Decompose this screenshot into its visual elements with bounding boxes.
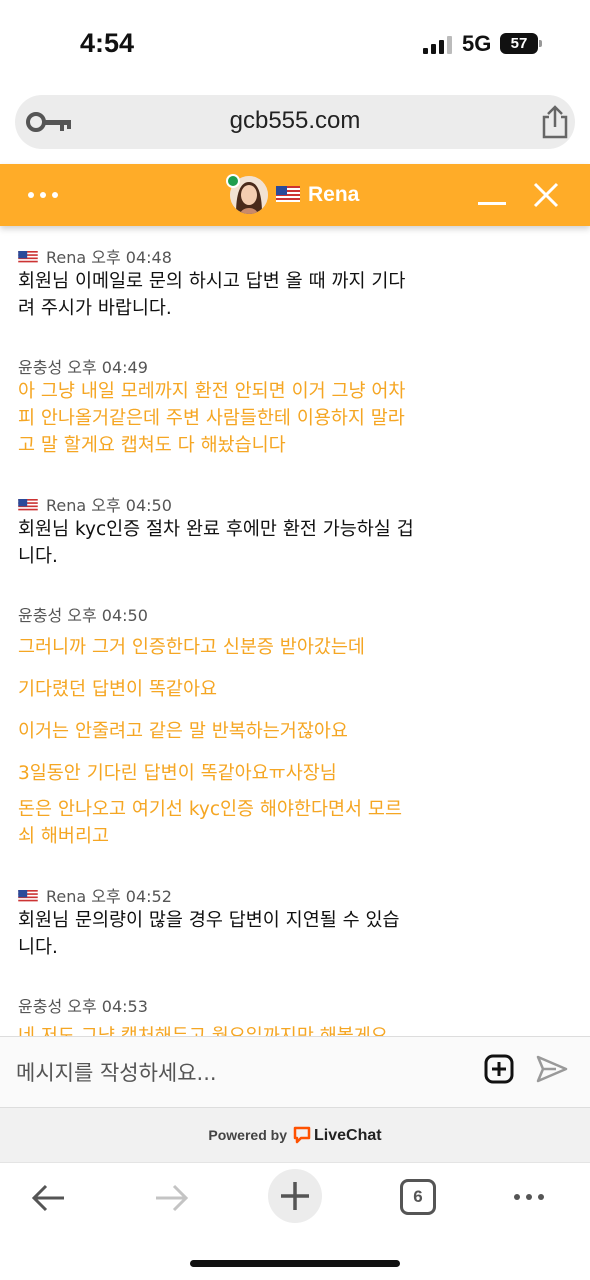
url-text[interactable]: gcb555.com <box>15 107 575 135</box>
minimize-icon[interactable] <box>478 202 506 205</box>
clock: 4:54 <box>80 28 135 58</box>
message-author: 윤충성 <box>18 358 63 377</box>
flag-us-icon <box>18 890 38 903</box>
message-author: Rena <box>46 496 87 515</box>
message-meta: Rena 오후 04:48 <box>18 244 172 268</box>
message-time: 오후 04:53 <box>67 997 148 1016</box>
message-input[interactable] <box>16 1055 456 1091</box>
user-message: 기다렸던 답변이 똑같아요 <box>18 679 217 700</box>
agent-message: 회원님 kyc인증 절차 완료 후에만 환전 가능하실 겁 니다. <box>18 519 414 567</box>
menu-dots-icon[interactable] <box>28 192 64 198</box>
signal-icon <box>423 36 453 54</box>
status-bar: 4:54 5G 57 <box>0 0 590 90</box>
send-icon[interactable] <box>536 1054 568 1084</box>
battery-cap <box>539 40 542 47</box>
message-time: 오후 04:50 <box>91 496 172 515</box>
agent-message: 회원님 문의량이 많을 경우 답변이 지연될 수 있습 니다. <box>18 910 400 958</box>
message-list[interactable]: Rena 오후 04:48 회원님 이메일로 문의 하시고 답변 올 때 까지 … <box>0 226 590 1038</box>
forward-arrow-icon[interactable] <box>154 1183 190 1213</box>
user-message: 3일동안 기다린 답변이 똑같아요ㅠ사장님 <box>18 763 337 784</box>
powered-by-footer[interactable]: Powered by LiveChat <box>0 1108 590 1162</box>
user-message: 이거는 안줄려고 같은 말 반복하는거잖아요 <box>18 721 348 742</box>
more-dots-icon[interactable] <box>514 1194 550 1200</box>
agent-message: 회원님 이메일로 문의 하시고 답변 올 때 까지 기다 려 주시가 바랍니다. <box>18 271 406 319</box>
message-time: 오후 04:49 <box>67 358 148 377</box>
battery-icon: 57 <box>500 33 538 54</box>
message-time: 오후 04:52 <box>91 887 172 906</box>
tab-count-button[interactable]: 6 <box>400 1179 436 1215</box>
message-meta: 윤충성 오후 04:50 <box>18 602 148 626</box>
agent-name: Rena <box>276 183 359 207</box>
share-icon[interactable] <box>539 105 571 139</box>
livechat-brand: LiveChat <box>314 1127 382 1144</box>
user-message: 돈은 안나오고 여기선 kyc인증 해야한다면서 모르 쇠 해버리고 <box>18 799 402 847</box>
flag-us-icon <box>18 251 38 264</box>
flag-us-icon <box>276 186 300 202</box>
message-meta: 윤충성 오후 04:53 <box>18 993 148 1017</box>
back-arrow-icon[interactable] <box>30 1183 66 1213</box>
message-author: 윤충성 <box>18 606 63 625</box>
message-meta: Rena 오후 04:52 <box>18 883 172 907</box>
plus-icon[interactable] <box>268 1169 322 1223</box>
user-message: 아 그냥 내일 모레까지 환전 안되면 이거 그냥 어차 피 안나올거같은데 주변… <box>18 381 406 456</box>
message-time: 오후 04:50 <box>67 606 148 625</box>
message-author: 윤충성 <box>18 997 63 1016</box>
message-meta: 윤충성 오후 04:49 <box>18 354 148 378</box>
message-composer <box>0 1036 590 1108</box>
message-time: 오후 04:48 <box>91 248 172 267</box>
user-message: 그러니까 그거 인증한다고 신분증 받아갔는데 <box>18 637 365 658</box>
new-tab-button[interactable] <box>268 1169 322 1223</box>
message-meta: Rena 오후 04:50 <box>18 492 172 516</box>
address-bar[interactable]: gcb555.com <box>15 95 575 149</box>
network-type: 5G <box>462 31 492 56</box>
flag-us-icon <box>18 499 38 512</box>
add-attachment-icon[interactable] <box>484 1054 514 1084</box>
powered-by-label: Powered by <box>208 1127 287 1143</box>
message-author: Rena <box>46 887 87 906</box>
online-status-dot <box>226 174 240 188</box>
close-icon[interactable] <box>533 182 559 208</box>
chat-header: Rena <box>0 164 590 226</box>
home-indicator <box>190 1260 400 1267</box>
agent-name-label: Rena <box>308 183 360 206</box>
livechat-logo-icon <box>293 1126 311 1144</box>
message-author: Rena <box>46 248 87 267</box>
